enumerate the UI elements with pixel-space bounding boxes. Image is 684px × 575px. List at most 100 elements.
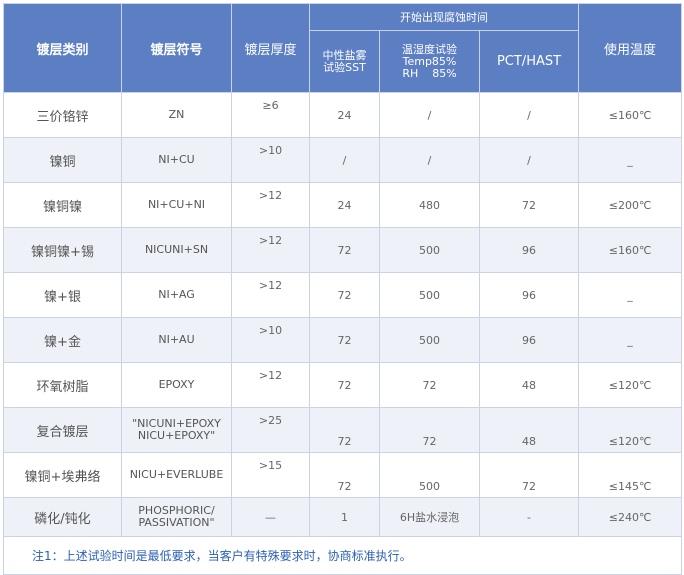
- pct-cell: 48: [478, 362, 580, 408]
- pct-cell: /: [478, 137, 580, 183]
- temp-cell: ≤160℃: [578, 227, 683, 273]
- symbol-cell: NICUNI+SN: [121, 227, 232, 273]
- header-humidity-line-2: Temp85%: [402, 54, 457, 68]
- symbol-line-2: NICU+EPOXY": [137, 429, 216, 442]
- humidity-cell: 500: [379, 452, 480, 498]
- pct-cell: -: [478, 497, 580, 537]
- thickness-cell: >10: [231, 317, 310, 363]
- header-sst-line-1: 中性盐雾: [322, 48, 367, 62]
- symbol-cell: ZN: [121, 92, 232, 138]
- thickness-cell: —: [231, 497, 310, 537]
- humidity-cell: 72: [379, 362, 480, 408]
- table-row: 镍铜+埃弗络 NICU+EVERLUBE >15 72 500 72 ≤145℃: [3, 452, 683, 498]
- symbol-line-2: PASSIVATION": [138, 516, 215, 529]
- table-row: 环氧树脂 EPOXY >12 72 72 48 ≤120℃: [3, 362, 683, 408]
- table-row: 镍铜 NI+CU >10 / / / _: [3, 137, 683, 183]
- symbol-cell: NI+CU: [121, 137, 232, 183]
- pct-cell: /: [478, 92, 580, 138]
- header-pct-hast: PCT/HAST: [478, 30, 580, 93]
- category-cell: 镍铜镍+锡: [3, 227, 122, 273]
- temp-cell: ≤240℃: [578, 497, 683, 537]
- temp-cell: _: [578, 272, 683, 318]
- temp-cell: _: [578, 137, 683, 183]
- sst-cell: 72: [309, 407, 380, 453]
- sst-cell: 72: [309, 317, 380, 363]
- sst-cell: 72: [309, 452, 380, 498]
- symbol-cell: PHOSPHORIC/ PASSIVATION": [121, 497, 232, 537]
- pct-cell: 96: [478, 317, 580, 363]
- header-humidity-line-3: RH 85%: [402, 66, 457, 80]
- symbol-cell: "NICUNI+EPOXY NICU+EPOXY": [121, 407, 232, 453]
- header-thickness: 镀层厚度: [231, 3, 310, 93]
- humidity-cell: 6H盐水浸泡: [379, 497, 480, 537]
- header-sst: 中性盐雾 试验SST: [309, 30, 380, 93]
- pct-cell: 72: [478, 452, 580, 498]
- category-cell: 环氧树脂: [3, 362, 122, 408]
- symbol-cell: NICU+EVERLUBE: [121, 452, 232, 498]
- pct-cell: 96: [478, 272, 580, 318]
- humidity-cell: /: [379, 137, 480, 183]
- header-row-1: 镀层类别 镀层符号 镀层厚度 开始出现腐蚀时间 使用温度: [3, 3, 683, 93]
- table-row: 复合镀层 "NICUNI+EPOXY NICU+EPOXY" >25 72 72…: [3, 407, 683, 453]
- sst-cell: 72: [309, 227, 380, 273]
- table-row: 三价铬锌 ZN ≥6 24 / / ≤160℃: [3, 92, 683, 138]
- pct-cell: 72: [478, 182, 580, 228]
- symbol-cell: EPOXY: [121, 362, 232, 408]
- humidity-cell: /: [379, 92, 480, 138]
- category-cell: 复合镀层: [3, 407, 122, 453]
- sst-cell: /: [309, 137, 380, 183]
- thickness-cell: >12: [231, 272, 310, 318]
- humidity-cell: 480: [379, 182, 480, 228]
- symbol-cell: NI+AG: [121, 272, 232, 318]
- thickness-cell: >10: [231, 137, 310, 183]
- note-row: 注1：上述试验时间是最低要求，当客户有特殊要求时，协商标准执行。: [2, 536, 683, 575]
- symbol-cell: NI+CU+NI: [121, 182, 232, 228]
- thickness-cell: >25: [231, 407, 310, 453]
- humidity-cell: 72: [379, 407, 480, 453]
- temp-cell: ≤200℃: [578, 182, 683, 228]
- category-cell: 镍铜: [3, 137, 122, 183]
- header-sst-line-2: 试验SST: [323, 60, 366, 74]
- thickness-cell: >15: [231, 452, 310, 498]
- thickness-cell: >12: [231, 362, 310, 408]
- header-corrosion-group: 开始出现腐蚀时间: [308, 3, 580, 31]
- header-symbol: 镀层符号: [121, 3, 232, 93]
- thickness-cell: >12: [231, 227, 310, 273]
- humidity-cell: 500: [379, 227, 480, 273]
- sst-cell: 72: [309, 362, 380, 408]
- sst-cell: 24: [309, 182, 380, 228]
- symbol-cell: NI+AU: [121, 317, 232, 363]
- pct-cell: 96: [478, 227, 580, 273]
- header-category: 镀层类别: [3, 3, 122, 93]
- category-cell: 三价铬锌: [3, 92, 122, 138]
- temp-cell: ≤160℃: [578, 92, 683, 138]
- table-row: 镍+银 NI+AG >12 72 500 96 _: [3, 272, 683, 318]
- humidity-cell: 500: [379, 317, 480, 363]
- coating-spec-table-wrapper: 镀层类别 镀层符号 镀层厚度 开始出现腐蚀时间 使用温度 中性盐雾 试验SST …: [2, 3, 683, 575]
- category-cell: 镍铜+埃弗络: [3, 452, 122, 498]
- category-cell: 镍铜镍: [3, 182, 122, 228]
- thickness-cell: >12: [231, 182, 310, 228]
- temp-cell: ≤120℃: [578, 407, 683, 453]
- humidity-cell: 500: [379, 272, 480, 318]
- pct-cell: 48: [478, 407, 580, 453]
- temp-cell: ≤120℃: [578, 362, 683, 408]
- table-row: 磷化/钝化 PHOSPHORIC/ PASSIVATION" — 1 6H盐水浸…: [3, 497, 683, 537]
- table-row: 镍+金 NI+AU >10 72 500 96 _: [3, 317, 683, 363]
- sst-cell: 1: [309, 497, 380, 537]
- header-operating-temp: 使用温度: [578, 3, 683, 93]
- thickness-cell: ≥6: [231, 92, 310, 138]
- category-cell: 镍+银: [3, 272, 122, 318]
- sst-cell: 72: [309, 272, 380, 318]
- header-humidity-line-1: 温湿度试验: [402, 42, 457, 56]
- category-cell: 磷化/钝化: [3, 497, 122, 537]
- category-cell: 镍+金: [3, 317, 122, 363]
- table-row: 镍铜镍 NI+CU+NI >12 24 480 72 ≤200℃: [3, 182, 683, 228]
- header-humidity: 温湿度试验 Temp85% RH 85%: [379, 30, 480, 93]
- sst-cell: 24: [309, 92, 380, 138]
- temp-cell: _: [578, 317, 683, 363]
- temp-cell: ≤145℃: [578, 452, 683, 498]
- table-row: 镍铜镍+锡 NICUNI+SN >12 72 500 96 ≤160℃: [3, 227, 683, 273]
- footnote: 注1：上述试验时间是最低要求，当客户有特殊要求时，协商标准执行。: [2, 536, 683, 575]
- coating-spec-table: 镀层类别 镀层符号 镀层厚度 开始出现腐蚀时间 使用温度 中性盐雾 试验SST …: [2, 3, 683, 575]
